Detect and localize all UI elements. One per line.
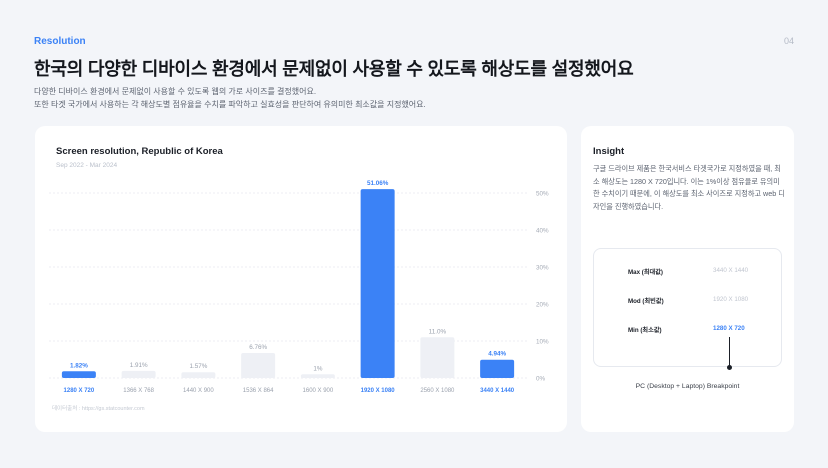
x-tick-label: 2560 X 1080 [420, 388, 455, 394]
description-line-2: 또한 타겟 국가에서 사용하는 각 해상도별 점유율을 수치를 파악하고 실효성… [34, 100, 426, 109]
data-label: 1% [313, 365, 323, 372]
x-tick-label: 1440 X 900 [183, 388, 214, 394]
bar [121, 370, 156, 378]
breakpoint-pointer-dot [727, 365, 732, 370]
data-label: 6.76% [249, 344, 267, 351]
x-tick-label: 1920 X 1080 [361, 388, 396, 394]
insight-text: 구글 드라이브 제품은 한국서비스 타겟국가로 지정하였을 때, 최소 해상도는… [593, 164, 785, 211]
data-label: 1.82% [70, 362, 88, 369]
y-tick-label: 50% [536, 191, 549, 198]
breakpoint-value: 3440 X 1440 [713, 267, 749, 274]
data-label: 51.06% [367, 180, 389, 187]
data-label: 11.0% [429, 328, 447, 335]
insight-title: Insight [593, 146, 625, 157]
x-tick-label: 1600 X 900 [303, 388, 334, 394]
section-label: Resolution [34, 36, 86, 47]
description-line-1: 다양한 디바이스 환경에서 문제없이 사용할 수 있도록 웹의 가로 사이즈를 … [34, 87, 317, 96]
bar-chart: 0% 10% 20% 30% 40% 50% 1.82% 1280 X 720 1.91% 136… [49, 180, 549, 394]
x-tick-label: 3440 X 1440 [480, 388, 515, 394]
breakpoint-caption: PC (Desktop + Laptop) Breakpoint [635, 383, 740, 390]
page-title: 한국의 다양한 디바이스 환경에서 문제없이 사용할 수 있도록 해상도를 설정… [34, 59, 634, 79]
data-label: 1.91% [130, 362, 148, 369]
x-tick-label: 1280 X 720 [64, 388, 95, 394]
bar [300, 374, 335, 378]
bar [360, 189, 395, 378]
breakpoint-row-max: Max (최대값) 3440 X 1440 [594, 267, 781, 281]
breakpoint-box: Max (최대값) 3440 X 1440 Mod (최빈값) 1920 X 1… [593, 248, 782, 367]
y-tick-label: 30% [536, 265, 549, 272]
y-tick-label: 40% [536, 228, 549, 235]
bar [61, 371, 96, 378]
bar [420, 337, 455, 378]
data-label: 1.57% [189, 363, 207, 370]
x-tick-label: 1536 X 864 [243, 388, 274, 394]
breakpoint-label: Mod (최빈값) [628, 298, 664, 305]
x-tick-label: 1366 X 768 [123, 388, 154, 394]
breakpoint-row-mod: Mod (최빈값) 1920 X 1080 [594, 296, 781, 310]
bar [480, 359, 515, 378]
bar [241, 352, 276, 378]
y-tick-label: 10% [536, 339, 549, 346]
breakpoint-label: Min (최소값) [628, 327, 662, 334]
y-tick-label: 0% [536, 376, 546, 383]
bar [181, 372, 216, 378]
page-number: 04 [783, 36, 794, 46]
chart-card: Screen resolution, Republic of Korea Sep… [35, 126, 567, 432]
breakpoint-row-min: Min (최소값) 1280 X 720 [594, 325, 781, 339]
data-source: 데이터출처 : https://gs.statcounter.com [52, 406, 145, 412]
page-description: 다양한 디바이스 환경에서 문제없이 사용할 수 있도록 웹의 가로 사이즈를 … [34, 85, 426, 111]
y-tick-label: 20% [536, 302, 549, 309]
insight-card: Insight 구글 드라이브 제품은 한국서비스 타겟국가로 지정하였을 때,… [581, 126, 794, 432]
breakpoint-label: Max (최대값) [628, 269, 663, 276]
data-label: 4.94% [488, 351, 506, 358]
breakpoint-value: 1920 X 1080 [713, 296, 749, 303]
breakpoint-pointer-line [729, 337, 730, 367]
breakpoint-value-active: 1280 X 720 [713, 325, 745, 332]
